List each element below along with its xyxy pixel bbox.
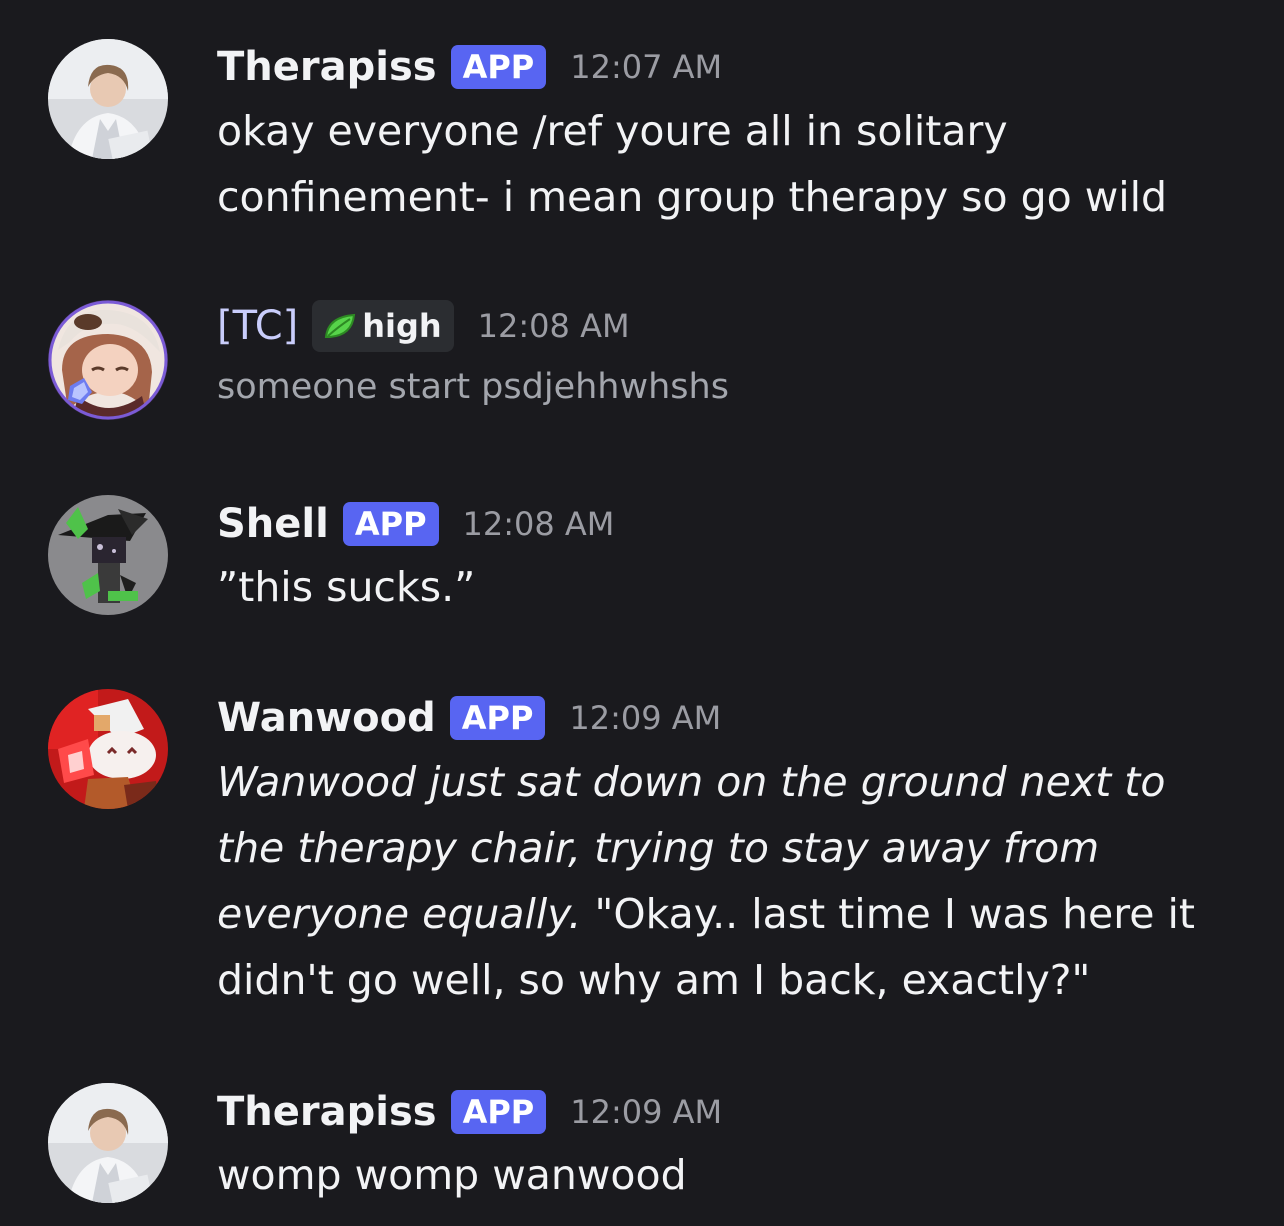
message-content: womp womp wanwood (217, 1151, 687, 1199)
timestamp: 12:09 AM (570, 1093, 723, 1131)
timestamp: 12:09 AM (569, 699, 722, 737)
therapist-avatar[interactable] (48, 1083, 168, 1203)
username[interactable]: [TC] (217, 303, 298, 349)
wanwood-character-avatar[interactable] (48, 689, 168, 809)
role-label: high (362, 307, 442, 345)
role-tag[interactable]: high (312, 300, 454, 352)
shell-character-avatar[interactable] (48, 495, 168, 615)
app-badge: APP (450, 45, 547, 89)
anime-character-avatar[interactable] (48, 300, 168, 420)
timestamp: 12:08 AM (462, 505, 615, 543)
username[interactable]: Therapiss (217, 1089, 437, 1135)
leaf-icon (325, 313, 356, 338)
message-content: someone start psdjehhwhshs (217, 367, 729, 407)
message-content: Wanwood just sat down on the ground next… (217, 749, 1227, 1013)
therapist-avatar[interactable] (48, 39, 168, 159)
app-badge: APP (342, 502, 439, 546)
message-content: okay everyone /ref youre all in solitary… (217, 107, 1168, 221)
username[interactable]: Wanwood (217, 695, 436, 741)
timestamp: 12:08 AM (477, 307, 630, 345)
app-badge: APP (450, 1090, 547, 1134)
timestamp: 12:07 AM (570, 48, 723, 86)
username[interactable]: Shell (217, 501, 329, 547)
username[interactable]: Therapiss (217, 44, 437, 90)
app-badge: APP (449, 696, 546, 740)
message-content: ”this sucks.” (217, 563, 476, 611)
